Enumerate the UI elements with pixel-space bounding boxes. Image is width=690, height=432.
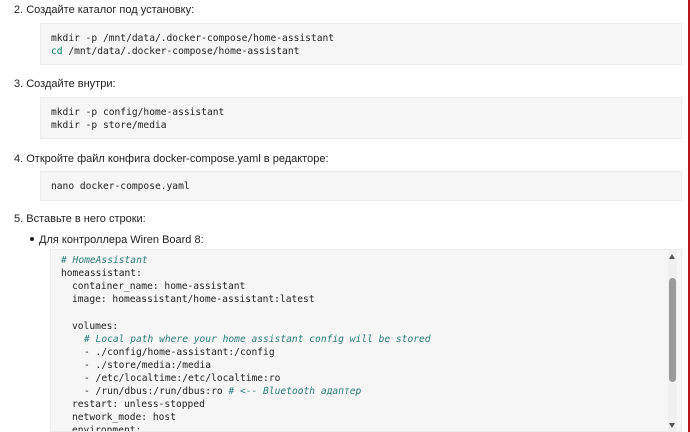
- yaml-line: environment:: [72, 425, 142, 432]
- yaml-line: network_mode: host: [72, 412, 176, 423]
- code-block-yaml-config[interactable]: # HomeAssistant homeassistant: container…: [50, 249, 682, 432]
- step-5-heading: 5. Вставьте в него строки:: [14, 213, 146, 225]
- code-block-create-inside[interactable]: mkdir -p config/home-assistant mkdir -p …: [40, 97, 682, 139]
- scrollbar-thumb[interactable]: [669, 278, 676, 382]
- step-4-heading: 4. Откройте файл конфига docker-compose.…: [14, 153, 329, 165]
- code-line: mkdir -p store/media: [51, 120, 167, 131]
- bullet-item-wiren-board-8: Для контроллера Wiren Board 8:: [30, 234, 204, 246]
- bullet-label: Для контроллера Wiren Board 8:: [39, 234, 204, 246]
- yaml-comment: # <-- Bluetooth адаптер: [228, 386, 362, 397]
- yaml-comment: # HomeAssistant: [61, 255, 148, 266]
- code-block-create-catalog[interactable]: mkdir -p /mnt/data/.docker-compose/home-…: [40, 23, 682, 65]
- step-2-heading: 2. Создайте каталог под установку:: [14, 4, 195, 16]
- step-3-heading: 3. Создайте внутри:: [14, 78, 116, 90]
- code-block-open-config[interactable]: nano docker-compose.yaml: [40, 171, 682, 201]
- code-keyword-cd: cd: [51, 46, 63, 57]
- yaml-line: - ./config/home-assistant:/config: [84, 347, 275, 358]
- yaml-line: homeassistant:: [61, 268, 142, 279]
- yaml-line: restart: unless-stopped: [72, 399, 205, 410]
- yaml-line: container_name: home-assistant: [72, 281, 246, 292]
- yaml-line: volumes:: [72, 321, 119, 332]
- yaml-line: - ./store/media:/media: [84, 360, 212, 371]
- yaml-line: image: homeassistant/home-assistant:late…: [72, 294, 315, 305]
- yaml-line: - /run/dbus:/run/dbus:ro # <-- Bluetooth…: [84, 385, 361, 398]
- scroll-down-arrow-icon[interactable]: [669, 423, 675, 428]
- vertical-scrollbar[interactable]: [668, 250, 677, 431]
- code-text: /mnt/data/.docker-compose/home-assistant: [62, 46, 300, 57]
- yaml-text: - /run/dbus:/run/dbus:ro: [84, 386, 223, 397]
- scroll-up-arrow-icon[interactable]: [669, 254, 675, 259]
- code-line: cd /mnt/data/.docker-compose/home-assist…: [51, 45, 299, 58]
- yaml-comment: # Local path where your home assistant c…: [84, 334, 431, 345]
- bullet-dot-icon: [30, 237, 34, 242]
- yaml-line: - /etc/localtime:/etc/localtime:ro: [84, 373, 281, 384]
- code-line: nano docker-compose.yaml: [51, 181, 190, 192]
- code-line: mkdir -p config/home-assistant: [51, 107, 225, 118]
- code-line: mkdir -p /mnt/data/.docker-compose/home-…: [51, 33, 335, 44]
